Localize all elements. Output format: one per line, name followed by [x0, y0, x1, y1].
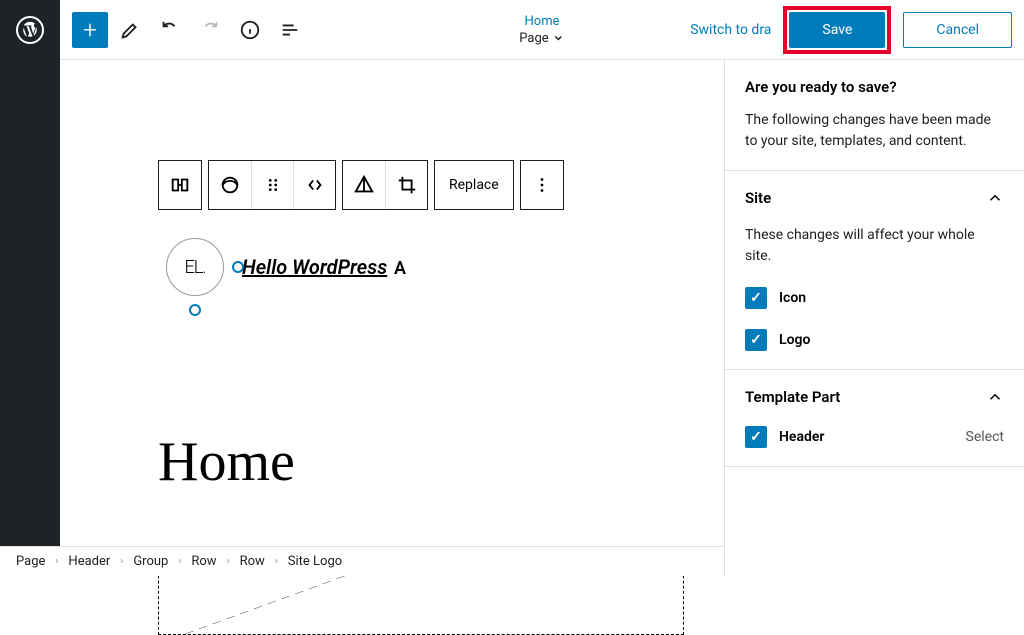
site-section-title: Site — [745, 189, 771, 207]
crumb[interactable]: Header — [68, 554, 110, 569]
checkbox-checked-icon: ✓ — [745, 426, 767, 448]
save-panel-header: Are you ready to save? The following cha… — [725, 60, 1024, 171]
undo-button[interactable] — [152, 12, 188, 48]
crumb[interactable]: Row — [240, 554, 265, 569]
site-section: Site These changes will affect your whol… — [725, 171, 1024, 370]
wordpress-icon — [16, 16, 44, 44]
topbar-tools: + — [72, 12, 308, 48]
wp-logo-button[interactable] — [0, 0, 60, 60]
template-part-toggle[interactable]: Template Part — [745, 388, 1004, 406]
redo-button[interactable] — [192, 12, 228, 48]
checkbox-checked-icon: ✓ — [745, 287, 767, 309]
resize-handle-east[interactable] — [232, 261, 244, 273]
template-part-title: Template Part — [745, 388, 840, 406]
checkbox-label: Header — [779, 429, 824, 445]
checkbox-header-row[interactable]: ✓ Header Select — [745, 426, 1004, 448]
chevron-up-icon — [986, 388, 1004, 406]
checkbox-label: Logo — [779, 332, 810, 348]
checkbox-icon-row[interactable]: ✓ Icon — [745, 287, 1004, 309]
site-logo-image: EL. — [166, 238, 224, 296]
move-buttons[interactable] — [293, 161, 335, 209]
site-logo-block[interactable]: EL. — [166, 238, 224, 296]
page-title[interactable]: Home — [158, 430, 295, 494]
checkbox-checked-icon: ✓ — [745, 329, 767, 351]
template-part-section: Template Part ✓ Header Select — [725, 370, 1024, 467]
chevron-right-icon: › — [275, 556, 278, 567]
resize-handle-south[interactable] — [189, 304, 201, 316]
chevron-right-icon: › — [227, 556, 230, 567]
site-header-row: EL. Hello WordPress — [166, 238, 387, 296]
edit-tool-button[interactable] — [112, 12, 148, 48]
site-title[interactable]: Hello WordPress — [242, 255, 387, 279]
block-breadcrumbs: Page › Header › Group › Row › Row › Site Logo — [0, 546, 724, 576]
crumb[interactable]: Row — [191, 554, 216, 569]
block-toolbar: Replace — [158, 160, 564, 210]
save-panel: Are you ready to save? The following cha… — [724, 60, 1024, 576]
select-link[interactable]: Select — [966, 429, 1004, 445]
crumb[interactable]: Group — [133, 554, 168, 569]
list-view-button[interactable] — [272, 12, 308, 48]
chevron-right-icon: › — [55, 556, 58, 567]
editor-topbar: + Home Page Switch to dra Save Cancel — [60, 0, 1024, 60]
chevron-down-icon — [553, 32, 565, 44]
block-type-button[interactable] — [209, 161, 251, 209]
checkbox-label: Icon — [779, 290, 806, 306]
more-options-button[interactable] — [521, 161, 563, 209]
replace-button[interactable]: Replace — [435, 161, 513, 209]
save-button[interactable]: Save — [789, 12, 885, 48]
document-switcher[interactable]: Home Page — [519, 14, 564, 46]
save-highlight: Save — [783, 6, 891, 54]
crumb[interactable]: Page — [16, 554, 45, 569]
crop-button[interactable] — [385, 161, 427, 209]
admin-sidebar — [0, 60, 60, 576]
cancel-button[interactable]: Cancel — [903, 12, 1012, 48]
document-type: Page — [519, 31, 564, 46]
add-block-button[interactable]: + — [72, 12, 108, 48]
chevron-right-icon: › — [120, 556, 123, 567]
drag-handle[interactable] — [251, 161, 293, 209]
save-panel-title: Are you ready to save? — [745, 78, 1004, 96]
parent-block-button[interactable] — [159, 161, 201, 209]
save-panel-description: The following changes have been made to … — [745, 110, 1004, 152]
info-button[interactable] — [232, 12, 268, 48]
align-button[interactable] — [343, 161, 385, 209]
site-section-toggle[interactable]: Site — [745, 189, 1004, 207]
document-name: Home — [519, 14, 564, 29]
topbar-actions: Switch to dra Save Cancel — [690, 6, 1012, 54]
switch-to-draft-link[interactable]: Switch to dra — [690, 22, 771, 38]
checkbox-logo-row[interactable]: ✓ Logo — [745, 329, 1004, 351]
site-section-note: These changes will affect your whole sit… — [745, 225, 1004, 267]
crumb[interactable]: Site Logo — [288, 554, 342, 569]
chevron-up-icon — [986, 189, 1004, 207]
nav-item[interactable]: A — [394, 258, 406, 279]
chevron-right-icon: › — [178, 556, 181, 567]
editor-canvas[interactable]: Replace EL. Hello WordPress A Home — [60, 60, 724, 546]
